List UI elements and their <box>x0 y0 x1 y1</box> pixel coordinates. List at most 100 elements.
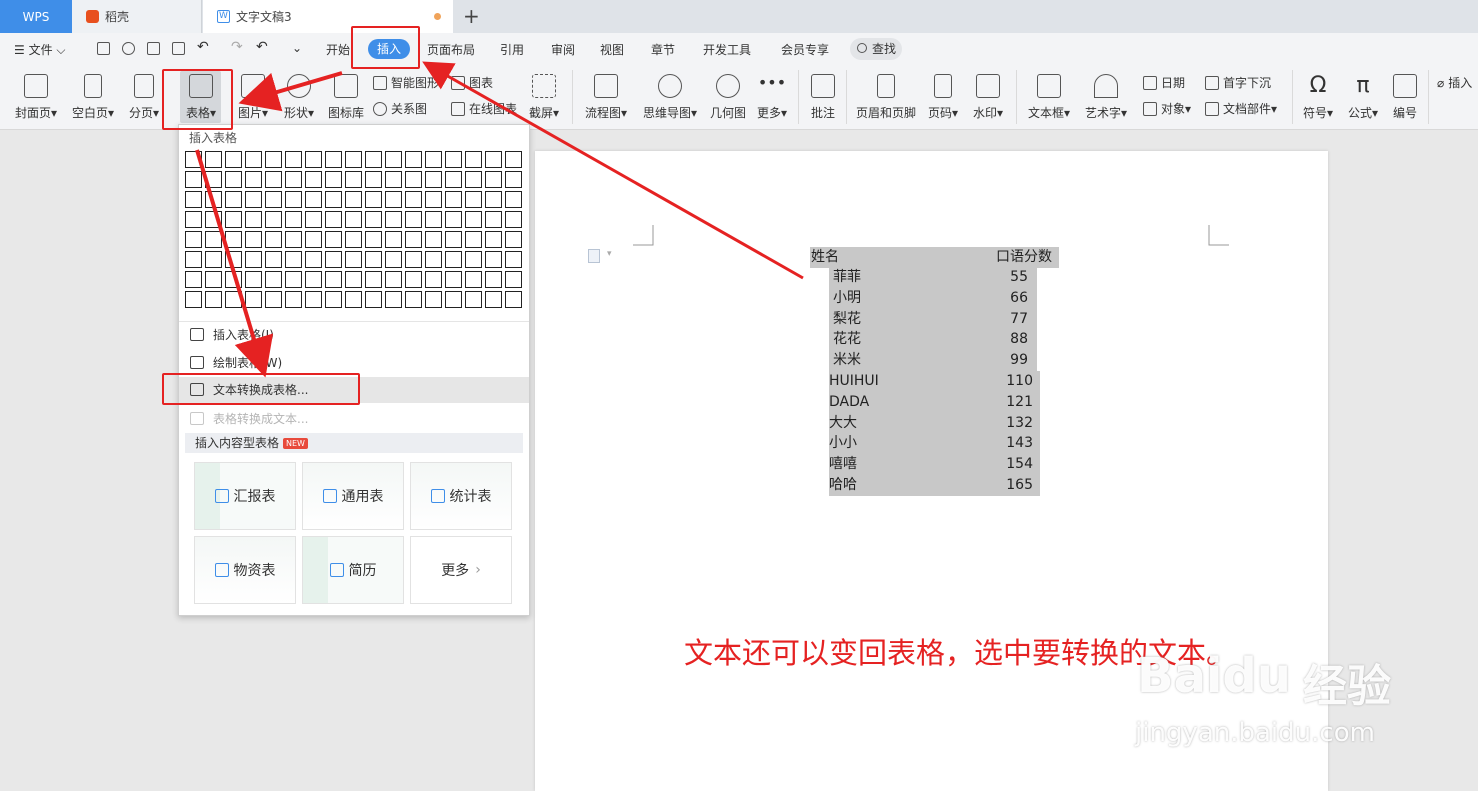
grid-cell[interactable] <box>425 171 442 188</box>
grid-cell[interactable] <box>365 171 382 188</box>
mindmap-button[interactable]: 思维导图▾ <box>640 74 700 121</box>
grid-cell[interactable] <box>485 211 502 228</box>
paragraph-layout-icon[interactable] <box>588 249 600 263</box>
icon-library-button[interactable]: 图标库 <box>326 74 366 121</box>
file-menu[interactable]: ☰ 文件 ⌵ <box>14 41 66 58</box>
symbol-button[interactable]: Ω 符号▾ <box>1300 74 1336 121</box>
grid-cell[interactable] <box>405 271 422 288</box>
insert-table-menu-item[interactable]: 插入表格(I) <box>187 322 529 348</box>
tab-wps[interactable]: WPS <box>0 0 72 33</box>
grid-cell[interactable] <box>365 191 382 208</box>
grid-cell[interactable] <box>485 271 502 288</box>
header-footer-button[interactable]: 页眉和页脚 <box>854 74 918 121</box>
cover-page-button[interactable]: 封面页▾ <box>12 74 60 121</box>
grid-cell[interactable] <box>245 231 262 248</box>
relation-chart-button[interactable]: 关系图 <box>373 100 427 117</box>
grid-cell[interactable] <box>245 251 262 268</box>
grid-cell[interactable] <box>505 191 522 208</box>
wordart-button[interactable]: 艺术字▾ <box>1082 74 1130 121</box>
grid-cell[interactable] <box>205 211 222 228</box>
grid-cell[interactable] <box>385 191 402 208</box>
grid-cell[interactable] <box>325 171 342 188</box>
textbox-button[interactable]: 文本框▾ <box>1025 74 1073 121</box>
grid-cell[interactable] <box>285 291 302 308</box>
blank-page-button[interactable]: 空白页▾ <box>69 74 117 121</box>
grid-cell[interactable] <box>365 291 382 308</box>
redo-icon[interactable]: ↷ <box>231 39 243 55</box>
formula-button[interactable]: π 公式▾ <box>1345 74 1381 121</box>
grid-cell[interactable] <box>225 291 242 308</box>
menu-review[interactable]: 审阅 <box>551 41 575 58</box>
docpart-button[interactable]: 文档部件 ▾ <box>1205 100 1277 117</box>
grid-cell[interactable] <box>305 251 322 268</box>
grid-cell[interactable] <box>285 191 302 208</box>
grid-cell[interactable] <box>345 211 362 228</box>
grid-cell[interactable] <box>385 271 402 288</box>
grid-cell[interactable] <box>205 251 222 268</box>
inventory-table-card[interactable]: 物资表 <box>194 536 296 604</box>
grid-cell[interactable] <box>505 211 522 228</box>
grid-cell[interactable] <box>265 251 282 268</box>
grid-cell[interactable] <box>385 211 402 228</box>
grid-cell[interactable] <box>405 151 422 168</box>
menu-references[interactable]: 引用 <box>500 41 524 58</box>
grid-cell[interactable] <box>285 231 302 248</box>
grid-cell[interactable] <box>285 151 302 168</box>
grid-cell[interactable] <box>405 211 422 228</box>
grid-cell[interactable] <box>465 251 482 268</box>
page-number-button[interactable]: 页码▾ <box>925 74 961 121</box>
chart-button[interactable]: 图表 <box>451 74 493 91</box>
save-icon[interactable] <box>97 42 110 55</box>
online-chart-button[interactable]: 在线图表 <box>451 100 517 117</box>
grid-cell[interactable] <box>305 191 322 208</box>
object-button[interactable]: 对象 ▾ <box>1143 100 1191 117</box>
grid-cell[interactable] <box>505 271 522 288</box>
grid-cell[interactable] <box>205 171 222 188</box>
grid-cell[interactable] <box>285 171 302 188</box>
grid-cell[interactable] <box>345 231 362 248</box>
grid-cell[interactable] <box>465 271 482 288</box>
more-button[interactable]: ••• 更多▾ <box>754 74 790 121</box>
table-size-grid[interactable] <box>185 151 525 315</box>
grid-cell[interactable] <box>205 291 222 308</box>
grid-cell[interactable] <box>405 231 422 248</box>
grid-cell[interactable] <box>365 271 382 288</box>
grid-cell[interactable] <box>425 231 442 248</box>
page-break-button[interactable]: 分页▾ <box>126 74 162 121</box>
grid-cell[interactable] <box>365 151 382 168</box>
grid-cell[interactable] <box>505 251 522 268</box>
table-to-text-menu-item[interactable]: 表格转换成文本... <box>187 406 529 432</box>
repeat-icon[interactable]: ↶ <box>256 39 268 55</box>
grid-cell[interactable] <box>245 211 262 228</box>
grid-cell[interactable] <box>465 191 482 208</box>
grid-cell[interactable] <box>465 211 482 228</box>
grid-cell[interactable] <box>445 251 462 268</box>
grid-cell[interactable] <box>185 191 202 208</box>
grid-cell[interactable] <box>185 251 202 268</box>
grid-cell[interactable] <box>185 271 202 288</box>
report-table-card[interactable]: 汇报表 <box>194 462 296 530</box>
grid-cell[interactable] <box>465 171 482 188</box>
grid-cell[interactable] <box>445 291 462 308</box>
grid-cell[interactable] <box>205 231 222 248</box>
grid-cell[interactable] <box>325 191 342 208</box>
grid-cell[interactable] <box>185 291 202 308</box>
grid-cell[interactable] <box>325 231 342 248</box>
grid-cell[interactable] <box>305 291 322 308</box>
grid-cell[interactable] <box>225 151 242 168</box>
grid-cell[interactable] <box>225 271 242 288</box>
grid-cell[interactable] <box>345 251 362 268</box>
menu-start[interactable]: 开始 <box>326 41 350 58</box>
menu-view[interactable]: 视图 <box>600 41 624 58</box>
grid-cell[interactable] <box>505 151 522 168</box>
grid-cell[interactable] <box>385 171 402 188</box>
grid-cell[interactable] <box>445 211 462 228</box>
format-painter-icon[interactable] <box>122 42 135 55</box>
grid-cell[interactable] <box>445 191 462 208</box>
menu-page-layout[interactable]: 页面布局 <box>427 41 475 58</box>
grid-cell[interactable] <box>265 151 282 168</box>
grid-cell[interactable] <box>325 251 342 268</box>
numbering-button[interactable]: 编号 <box>1390 74 1420 121</box>
grid-cell[interactable] <box>245 191 262 208</box>
grid-cell[interactable] <box>505 291 522 308</box>
